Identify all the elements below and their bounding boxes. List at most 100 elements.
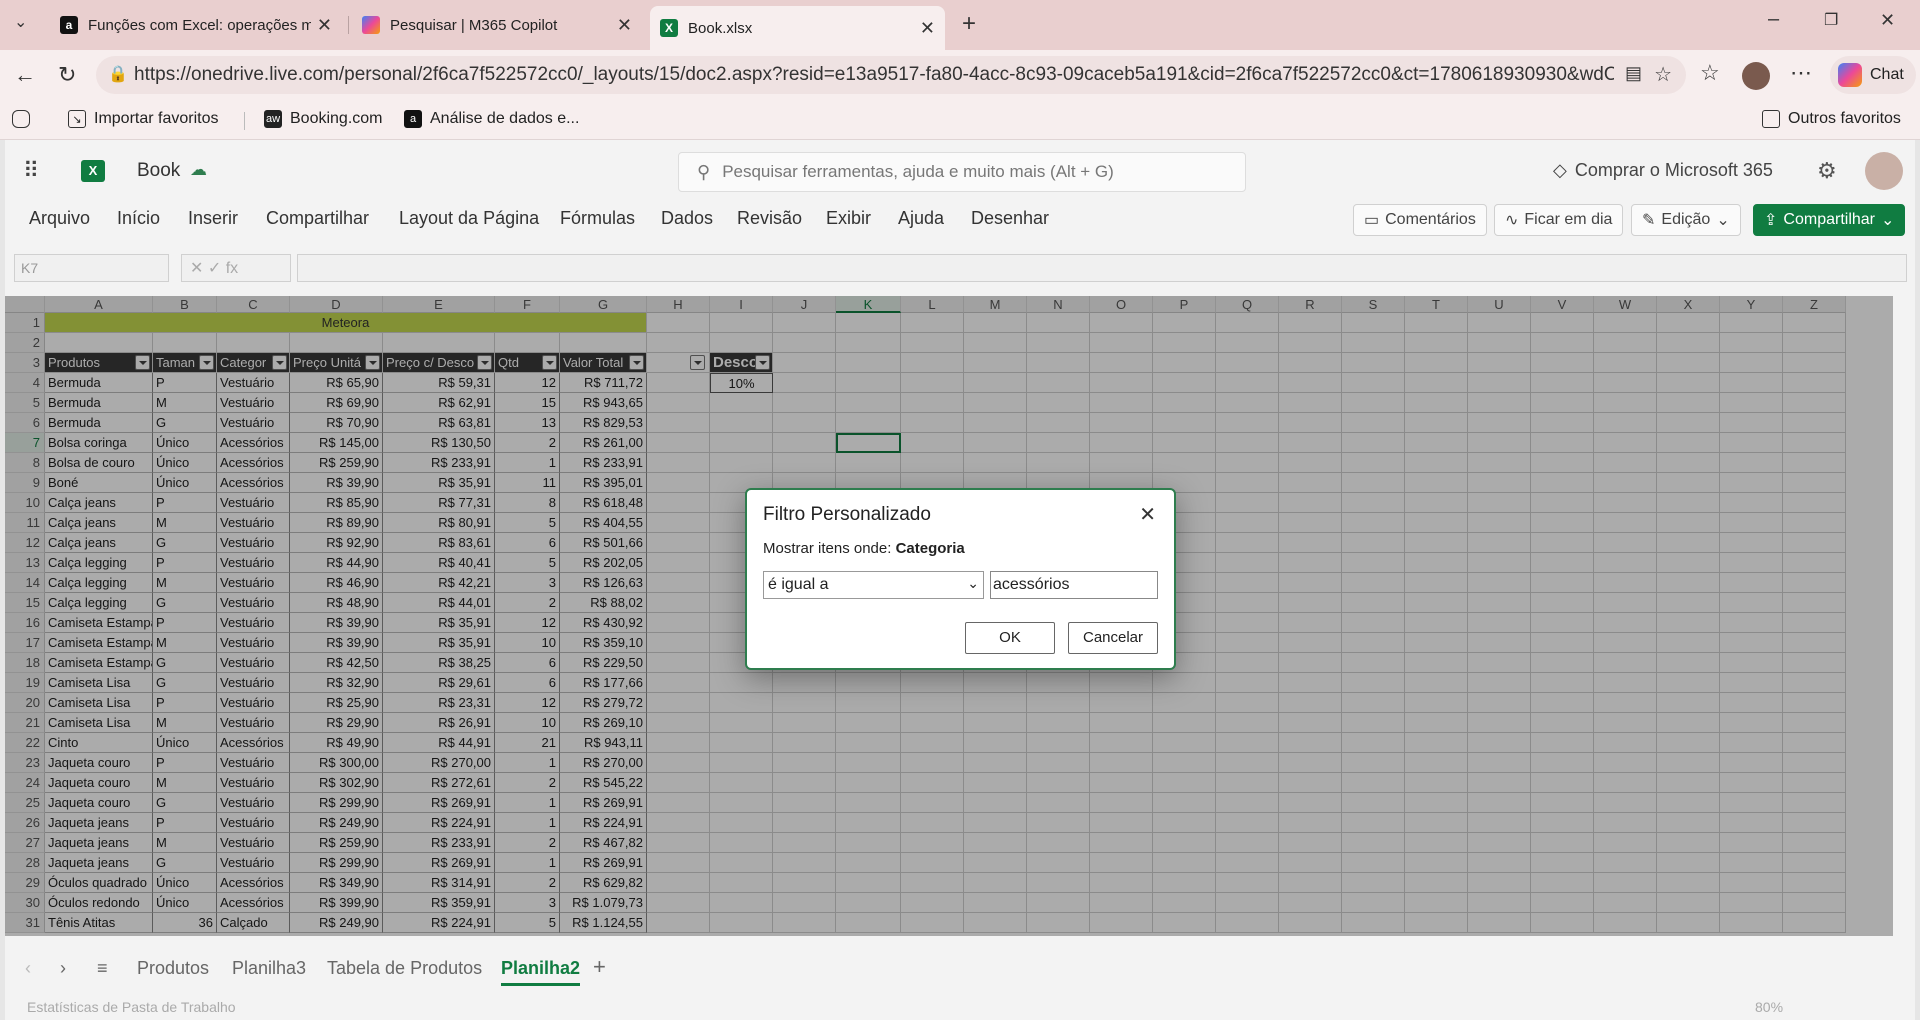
tab-actions-icon[interactable]: ⌄ bbox=[14, 12, 27, 32]
grid-cell[interactable] bbox=[1153, 733, 1216, 753]
filter-dropdown-icon[interactable] bbox=[135, 355, 150, 370]
grid-cell[interactable] bbox=[560, 333, 647, 353]
grid-cell[interactable] bbox=[1657, 853, 1720, 873]
table-cell[interactable]: 5 bbox=[495, 553, 560, 573]
grid-cell[interactable] bbox=[964, 873, 1027, 893]
column-header[interactable]: N bbox=[1027, 296, 1090, 313]
row-header[interactable]: 29 bbox=[5, 873, 45, 893]
table-cell[interactable]: R$ 249,90 bbox=[290, 813, 383, 833]
add-sheet-icon[interactable]: + bbox=[593, 954, 606, 980]
grid-cell[interactable] bbox=[1783, 393, 1846, 413]
grid-cell[interactable] bbox=[901, 853, 964, 873]
table-cell[interactable]: G bbox=[153, 673, 217, 693]
grid-cell[interactable] bbox=[153, 333, 217, 353]
table-cell[interactable]: 11 bbox=[495, 473, 560, 493]
grid-cell[interactable] bbox=[1279, 493, 1342, 513]
grid-cell[interactable] bbox=[1657, 773, 1720, 793]
grid-cell[interactable] bbox=[1279, 673, 1342, 693]
grid-cell[interactable] bbox=[1720, 493, 1783, 513]
grid-cell[interactable] bbox=[1342, 573, 1405, 593]
grid-cell[interactable] bbox=[1720, 353, 1783, 373]
menu-inserir[interactable]: Inserir bbox=[188, 208, 238, 229]
grid-cell[interactable] bbox=[1531, 633, 1594, 653]
grid-cell[interactable] bbox=[647, 693, 710, 713]
chat-button[interactable]: Chat bbox=[1830, 56, 1916, 94]
grid-cell[interactable] bbox=[1657, 653, 1720, 673]
grid-cell[interactable] bbox=[1783, 853, 1846, 873]
share-button[interactable]: ⇪ Compartilhar ⌄ bbox=[1753, 204, 1906, 236]
table-cell[interactable]: P bbox=[153, 693, 217, 713]
table-cell[interactable]: Jaqueta jeans bbox=[45, 853, 153, 873]
grid-cell[interactable] bbox=[1216, 533, 1279, 553]
sheet-tab-tabela[interactable]: Tabela de Produtos bbox=[327, 958, 482, 979]
grid-cell[interactable] bbox=[901, 433, 964, 453]
grid-cell[interactable] bbox=[1531, 593, 1594, 613]
grid-cell[interactable] bbox=[1405, 833, 1468, 853]
grid-cell[interactable] bbox=[1657, 593, 1720, 613]
column-header[interactable]: P bbox=[1153, 296, 1216, 313]
grid-cell[interactable] bbox=[647, 473, 710, 493]
grid-cell[interactable] bbox=[1594, 593, 1657, 613]
grid-cell[interactable] bbox=[1405, 913, 1468, 933]
grid-cell[interactable] bbox=[1468, 793, 1531, 813]
column-header[interactable]: X bbox=[1657, 296, 1720, 313]
table-cell[interactable]: R$ 943,65 bbox=[560, 393, 647, 413]
grid-cell[interactable] bbox=[1342, 553, 1405, 573]
row-header[interactable]: 27 bbox=[5, 833, 45, 853]
grid-cell[interactable] bbox=[1783, 713, 1846, 733]
minimize-icon[interactable]: – bbox=[1768, 8, 1779, 31]
table-cell[interactable]: R$ 48,90 bbox=[290, 593, 383, 613]
grid-cell[interactable] bbox=[964, 713, 1027, 733]
grid-cell[interactable] bbox=[217, 333, 290, 353]
grid-cell[interactable] bbox=[964, 773, 1027, 793]
filter-value-input[interactable]: acessórios bbox=[990, 571, 1158, 599]
other-favorites[interactable]: Outros favoritos bbox=[1762, 110, 1901, 128]
grid-cell[interactable] bbox=[773, 433, 836, 453]
grid-cell[interactable] bbox=[1027, 893, 1090, 913]
grid-cell[interactable] bbox=[1090, 333, 1153, 353]
row-header[interactable]: 2 bbox=[5, 333, 45, 353]
grid-cell[interactable] bbox=[1342, 393, 1405, 413]
grid-cell[interactable] bbox=[1279, 793, 1342, 813]
grid-cell[interactable] bbox=[836, 353, 901, 373]
prev-sheet-icon[interactable]: ‹ bbox=[25, 958, 31, 979]
grid-cell[interactable] bbox=[710, 733, 773, 753]
grid-cell[interactable] bbox=[710, 913, 773, 933]
table-cell[interactable]: 21 bbox=[495, 733, 560, 753]
table-cell[interactable]: Vestuário bbox=[217, 413, 290, 433]
grid-cell[interactable] bbox=[1531, 493, 1594, 513]
grid-cell[interactable] bbox=[1342, 433, 1405, 453]
table-cell[interactable]: R$ 126,63 bbox=[560, 573, 647, 593]
grid-cell[interactable] bbox=[1594, 653, 1657, 673]
table-cell[interactable]: R$ 359,91 bbox=[383, 893, 495, 913]
grid-cell[interactable] bbox=[710, 853, 773, 873]
table-cell[interactable]: R$ 177,66 bbox=[560, 673, 647, 693]
grid-cell[interactable] bbox=[1342, 693, 1405, 713]
grid-cell[interactable] bbox=[1153, 333, 1216, 353]
grid-cell[interactable] bbox=[1720, 813, 1783, 833]
grid-cell[interactable] bbox=[1720, 673, 1783, 693]
table-cell[interactable]: G bbox=[153, 793, 217, 813]
grid-cell[interactable] bbox=[773, 333, 836, 353]
grid-cell[interactable] bbox=[1090, 393, 1153, 413]
row-header[interactable]: 1 bbox=[5, 313, 45, 333]
sheet-tab-planilha3[interactable]: Planilha3 bbox=[232, 958, 306, 979]
sheet-tab-produtos[interactable]: Produtos bbox=[137, 958, 209, 979]
grid-cell[interactable] bbox=[1405, 353, 1468, 373]
grid-cell[interactable] bbox=[1720, 373, 1783, 393]
table-cell[interactable]: R$ 44,90 bbox=[290, 553, 383, 573]
table-cell[interactable]: R$ 32,90 bbox=[290, 673, 383, 693]
grid-cell[interactable] bbox=[773, 373, 836, 393]
table-cell[interactable]: Vestuário bbox=[217, 773, 290, 793]
grid-cell[interactable] bbox=[1594, 413, 1657, 433]
grid-cell[interactable] bbox=[45, 333, 153, 353]
table-cell[interactable]: R$ 202,05 bbox=[560, 553, 647, 573]
grid-cell[interactable] bbox=[773, 353, 836, 373]
browser-tab-1[interactable]: a Funções com Excel: operações mat ✕ bbox=[50, 8, 342, 42]
table-cell[interactable]: M bbox=[153, 833, 217, 853]
grid-cell[interactable] bbox=[1405, 553, 1468, 573]
formula-input[interactable] bbox=[297, 254, 1907, 282]
grid-cell[interactable] bbox=[1594, 893, 1657, 913]
grid-cell[interactable] bbox=[1342, 893, 1405, 913]
grid-cell[interactable] bbox=[1594, 553, 1657, 573]
